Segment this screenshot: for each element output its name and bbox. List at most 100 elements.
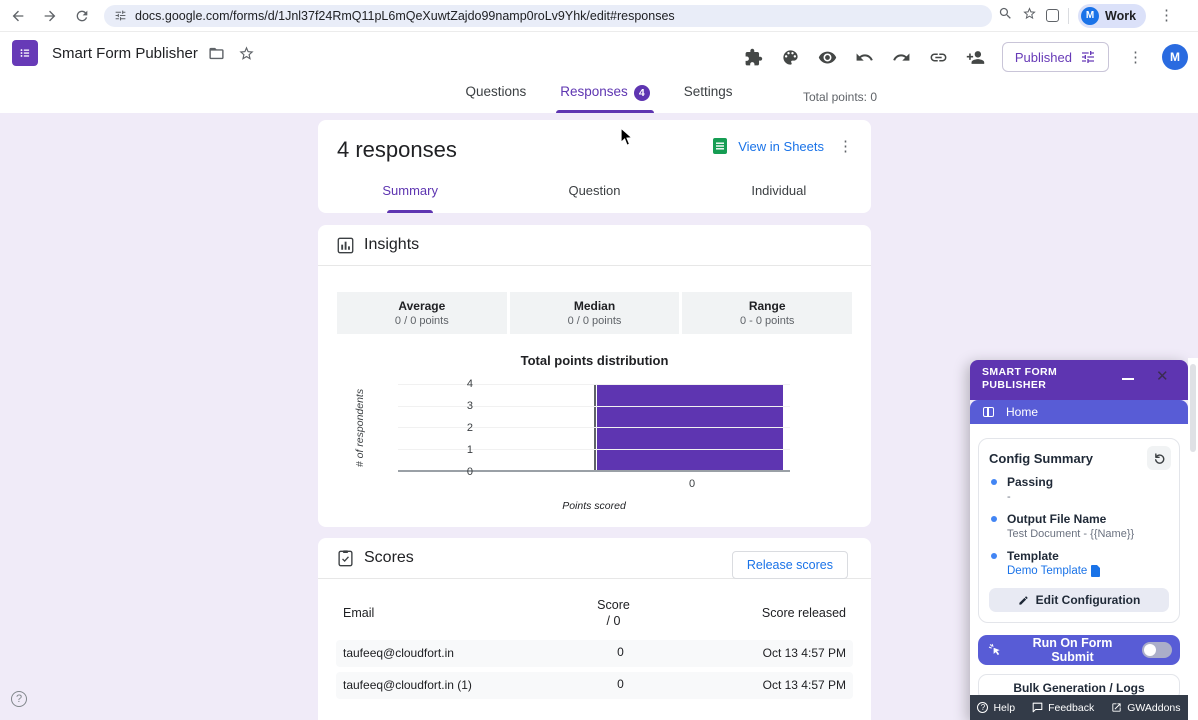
scores-card: Scores Release scores Email Score / 0 Sc… [318,538,871,720]
config-summary-title: Config Summary [989,451,1169,466]
preview-eye-icon[interactable] [817,46,839,68]
chart-y-tick: 0 [443,466,473,478]
form-tabs: Questions Responses 4 Settings [0,80,1198,113]
responses-title: 4 responses [337,137,457,163]
insights-chart-icon [337,237,354,254]
toolbar-separator [1068,8,1069,24]
insights-card: Insights Average 0 / 0 points Median 0 /… [318,225,871,527]
config-item-passing: Passing - [989,475,1169,503]
tab-questions[interactable]: Questions [465,80,526,113]
profile-avatar: M [1081,7,1099,25]
page-help-icon[interactable]: ? [11,691,27,707]
chart-y-tick: 3 [443,400,473,412]
chart-y-tick: 2 [443,422,473,434]
profile-label: Work [1105,9,1136,23]
address-bar[interactable]: docs.google.com/forms/d/1Jnl37f24RmQ11pL… [104,5,992,27]
star-icon[interactable] [236,42,258,64]
addon-panel-header: SMART FORM PUBLISHER ✕ [970,360,1188,400]
tab-settings[interactable]: Settings [684,80,733,113]
chart-y-tick: 1 [443,444,473,456]
bullet-dot [991,516,997,522]
copy-link-icon[interactable] [928,46,950,68]
scores-title: Scores [364,549,414,567]
click-cursor-icon [988,643,1003,658]
panel-scrollbar[interactable] [1188,358,1198,720]
published-button[interactable]: Published [1002,42,1109,72]
extensions-icon[interactable] [1046,9,1059,22]
template-link[interactable]: Demo Template [1007,565,1169,577]
tab-responses[interactable]: Responses 4 [560,80,650,113]
addon-home-bar[interactable]: Home [970,400,1188,424]
document-title[interactable]: Smart Form Publisher [52,45,198,62]
reload-icon[interactable] [68,2,96,30]
back-icon[interactable] [4,2,32,30]
browser-profile-chip[interactable]: M Work [1078,4,1146,28]
addon-title: SMART FORM PUBLISHER [982,366,1057,392]
close-icon[interactable]: ✕ [1156,367,1169,385]
column-header-score-released: Score released [656,602,853,630]
chart-y-tick: 4 [443,378,473,390]
theme-palette-icon[interactable] [780,46,802,68]
move-folder-icon[interactable] [206,42,228,64]
minimize-icon[interactable] [1122,370,1136,384]
responses-card: 4 responses View in Sheets ⋮ Summary Que… [318,120,871,213]
more-options-icon[interactable]: ⋮ [1124,50,1147,65]
pencil-icon [1018,595,1029,606]
chart-x-axis-label: Points scored [562,500,626,512]
edit-configuration-button[interactable]: Edit Configuration [989,588,1169,612]
config-item-output-file-name: Output File Name Test Document - {{Name}… [989,512,1169,540]
stat-range: Range 0 - 0 points [682,292,852,334]
responses-count-badge: 4 [634,85,650,101]
feedback-bubble-icon [1032,702,1043,713]
help-icon: ? [977,702,988,713]
bookmark-star-icon[interactable] [1022,6,1037,26]
gwaddons-link[interactable]: GWAddons [1111,702,1180,714]
help-link[interactable]: ? Help [977,702,1015,714]
forms-header: Smart Form Publisher Published ⋮ M Quest… [0,32,1198,113]
undo-icon[interactable] [854,46,876,68]
insights-title: Insights [364,236,419,254]
subtab-individual[interactable]: Individual [687,183,871,213]
home-layout-icon [983,407,994,417]
site-settings-icon[interactable] [114,9,127,22]
stat-median: Median 0 / 0 points [510,292,680,334]
add-collaborators-icon[interactable] [965,46,987,68]
published-label: Published [1015,50,1072,65]
refresh-icon[interactable] [1147,446,1171,470]
search-icon[interactable] [998,6,1013,26]
run-on-submit-toggle[interactable] [1142,642,1172,658]
addon-panel-body: Config Summary Passing - Output File Nam… [970,424,1188,695]
chart-x-tick: 0 [689,478,695,490]
table-row[interactable]: taufeeq@cloudfort.in (1) 0 Oct 13 4:57 P… [336,672,853,699]
responses-menu-icon[interactable]: ⋮ [834,139,857,154]
chart-y-axis-label: # of respondents [354,389,366,467]
run-on-form-submit-button[interactable]: Run On Form Submit [978,635,1180,665]
redo-icon[interactable] [891,46,913,68]
total-points-label: Total points: 0 [803,90,877,104]
release-scores-button[interactable]: Release scores [732,551,848,579]
home-label: Home [1006,405,1038,419]
mouse-cursor [620,127,634,147]
feedback-link[interactable]: Feedback [1032,702,1094,714]
bullet-dot [991,553,997,559]
publish-settings-icon [1080,49,1096,65]
responses-subtabs: Summary Question Individual [318,183,871,213]
document-icon [1091,565,1101,577]
addons-puzzle-icon[interactable] [743,46,765,68]
account-avatar[interactable]: M [1162,44,1188,70]
browser-menu-icon[interactable]: ⋮ [1155,8,1178,23]
scores-clipboard-icon [337,550,354,567]
google-sheets-icon [712,138,728,154]
google-forms-icon[interactable] [12,40,38,66]
url-text: docs.google.com/forms/d/1Jnl37f24RmQ11pL… [135,9,675,23]
table-row[interactable]: taufeeq@cloudfort.in 0 Oct 13 4:57 PM [336,640,853,667]
stat-average: Average 0 / 0 points [337,292,507,334]
chart-title: Total points distribution [318,353,871,368]
forward-icon[interactable] [36,2,64,30]
subtab-question[interactable]: Question [502,183,686,213]
external-link-icon [1111,702,1122,713]
smart-form-publisher-panel: SMART FORM PUBLISHER ✕ Home Config Summa… [970,360,1188,720]
subtab-summary[interactable]: Summary [318,183,502,213]
view-in-sheets-link[interactable]: View in Sheets [738,139,824,154]
config-item-template: Template Demo Template [989,549,1169,577]
